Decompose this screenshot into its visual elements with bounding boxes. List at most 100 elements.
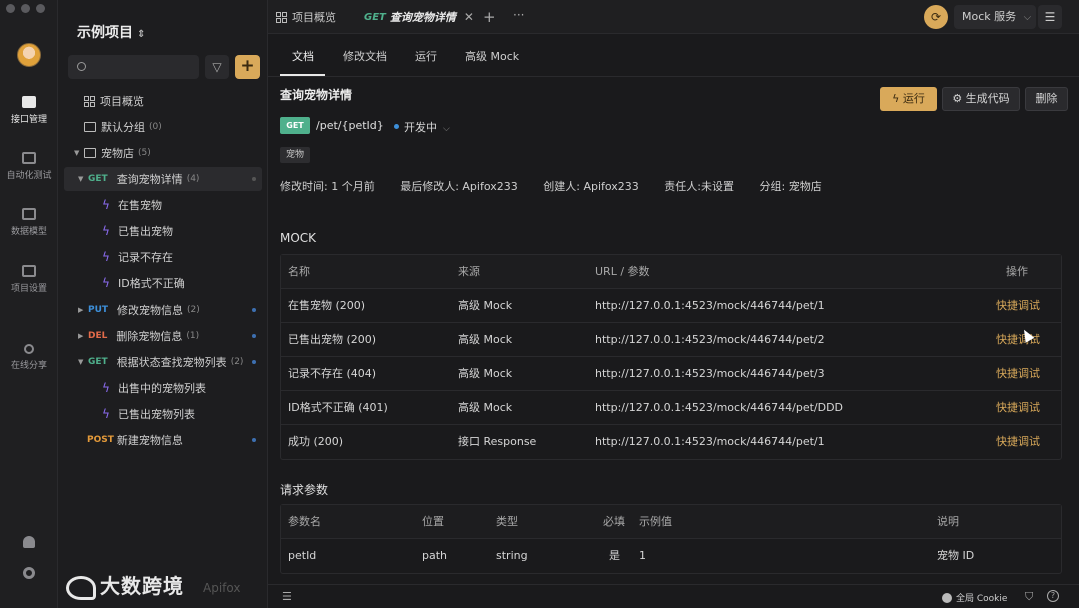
subtab-doc[interactable]: 文档 xyxy=(292,48,314,64)
request-params-title: 请求参数 xyxy=(280,483,329,497)
rail-item-project-settings[interactable]: 项目设置 xyxy=(0,265,58,294)
rail-item-api-management[interactable]: 接口管理 xyxy=(0,96,58,125)
search-input[interactable] xyxy=(68,55,199,79)
maximize-window-icon[interactable] xyxy=(36,4,45,13)
delete-button[interactable]: 删除 xyxy=(1025,87,1068,111)
collapse-sidebar-icon[interactable]: ☰ xyxy=(282,590,292,603)
tree-item-label: 删除宠物信息 xyxy=(116,330,183,343)
status-dropdown[interactable]: 开发中 ⌵ xyxy=(404,119,450,135)
grid-icon xyxy=(84,95,95,107)
mock-url[interactable]: http://127.0.0.1:4523/mock/446744/pet/3 xyxy=(595,357,825,391)
filter-button[interactable]: ▽ xyxy=(205,55,229,79)
funnel-icon: ▽ xyxy=(212,60,222,74)
mock-section-title: MOCK xyxy=(280,231,317,245)
item-count: (5) xyxy=(138,148,151,158)
generate-code-button[interactable]: ⚙ 生成代码 xyxy=(942,87,1020,111)
column-header: 来源 xyxy=(458,265,480,278)
quick-debug-link[interactable]: 快捷调试 xyxy=(996,391,1040,425)
theme-icon[interactable]: ⛉ xyxy=(1025,590,1033,604)
sync-icon[interactable]: ⟳ xyxy=(924,5,948,29)
caret-down-icon[interactable]: ▼ xyxy=(74,149,84,157)
cookie-label: 全局 Cookie xyxy=(956,594,1008,604)
tree-api-del-pet[interactable]: ▶ DEL 删除宠物信息 (1) xyxy=(64,324,262,348)
tree-item-overview[interactable]: 项目概览 xyxy=(84,89,282,113)
tree-item-label: 项目概览 xyxy=(100,95,144,108)
quick-debug-link[interactable]: 快捷调试 xyxy=(996,425,1040,459)
rail-item-data-model[interactable]: 数据模型 xyxy=(0,208,58,237)
mock-service-dropdown[interactable]: Mock 服务 ⌵ xyxy=(954,5,1036,29)
rail-item-automation[interactable]: 自动化测试 xyxy=(0,152,58,181)
rail-item-online-share[interactable]: 在线分享 xyxy=(0,344,58,371)
tree-api-post-pet[interactable]: POST 新建宠物信息 xyxy=(87,428,262,452)
tab-get-pet-detail[interactable]: GET 查询宠物详情 ✕ xyxy=(364,0,474,34)
watermark-logo: 大数跨境 xyxy=(66,570,184,600)
bell-icon[interactable] xyxy=(23,536,35,548)
mock-service-label: Mock 服务 xyxy=(962,10,1017,23)
run-label: 运行 xyxy=(902,92,925,105)
bolt-icon: ϟ xyxy=(102,224,110,238)
subtab-advanced-mock[interactable]: 高级 Mock xyxy=(465,48,519,64)
watermark-text: 大数跨境 xyxy=(100,574,184,598)
close-window-icon[interactable] xyxy=(6,4,15,13)
tree-item-default-group[interactable]: 默认分组 (0) xyxy=(84,115,282,139)
caret-down-icon[interactable]: ▼ xyxy=(78,358,88,366)
table-row: ID格式不正确 (401) 高级 Mock http://127.0.0.1:4… xyxy=(281,391,1061,425)
quick-debug-link[interactable]: 快捷调试 xyxy=(996,323,1040,357)
mock-source: 高级 Mock xyxy=(458,333,513,346)
global-cookie-button[interactable]: 全局 Cookie xyxy=(942,591,1007,604)
request-params-table: 参数名 位置 类型 必填 示例值 说明 petId path string 是 … xyxy=(280,504,1062,574)
window-controls xyxy=(6,4,45,13)
mock-name: 已售出宠物 (200) xyxy=(288,333,377,346)
column-header: 示例值 xyxy=(639,515,672,528)
mock-url[interactable]: http://127.0.0.1:4523/mock/446744/pet/2 xyxy=(595,323,825,357)
mock-name: 在售宠物 (200) xyxy=(288,299,366,312)
quick-debug-link[interactable]: 快捷调试 xyxy=(996,289,1040,323)
column-header: 类型 xyxy=(496,515,518,528)
updown-chevron-icon: ⇕ xyxy=(137,29,146,40)
help-icon[interactable]: ? xyxy=(1047,590,1059,602)
gear-icon[interactable] xyxy=(23,567,35,579)
share-icon xyxy=(24,344,34,354)
mock-url[interactable]: http://127.0.0.1:4523/mock/446744/pet/DD… xyxy=(595,391,843,425)
tab-project-overview[interactable]: 项目概览 xyxy=(276,0,336,34)
param-type: string xyxy=(496,549,528,562)
bolt-icon: ϟ xyxy=(102,198,110,212)
avatar[interactable] xyxy=(17,43,41,67)
tree-item-label: 在售宠物 xyxy=(118,199,162,212)
mock-name: ID格式不正确 (401) xyxy=(288,401,388,414)
minimize-window-icon[interactable] xyxy=(21,4,30,13)
subtab-edit-doc[interactable]: 修改文档 xyxy=(343,48,387,64)
status-label: 开发中 xyxy=(404,121,437,134)
quick-debug-link[interactable]: 快捷调试 xyxy=(996,357,1040,391)
tree-api-get-by-status[interactable]: ▼ GET 根据状态查找宠物列表 (2) xyxy=(64,350,262,374)
meta-creator: 创建人: Apifox233 xyxy=(543,180,639,193)
mock-url[interactable]: http://127.0.0.1:4523/mock/446744/pet/1 xyxy=(595,425,825,459)
method-label: DEL xyxy=(88,331,108,341)
bolt-icon: ϟ xyxy=(102,407,110,421)
close-icon[interactable]: ✕ xyxy=(464,10,474,24)
column-header: 名称 xyxy=(288,265,310,278)
item-count: (4) xyxy=(186,174,200,184)
mock-source: 高级 Mock xyxy=(458,299,513,312)
caret-right-icon[interactable]: ▶ xyxy=(78,332,88,340)
hamburger-menu-icon[interactable]: ☰ xyxy=(1038,5,1062,29)
tree-api-get-pet[interactable]: ▼ GET 查询宠物详情 (4) xyxy=(64,167,262,191)
mock-url[interactable]: http://127.0.0.1:4523/mock/446744/pet/1 xyxy=(595,289,825,323)
tree-folder-pet-store[interactable]: ▼ 宠物店 (5) xyxy=(74,141,272,165)
mock-source: 高级 Mock xyxy=(458,367,513,380)
status-dot xyxy=(394,124,399,129)
project-switcher[interactable]: 示例项目 ⇕ xyxy=(77,22,145,42)
item-count: (2) xyxy=(187,305,200,315)
caret-down-icon[interactable]: ▼ xyxy=(78,175,88,183)
add-button[interactable]: + xyxy=(235,55,260,79)
server-icon xyxy=(22,152,36,164)
tree-item-label: 已售出宠物 xyxy=(118,225,173,238)
tab-label: 项目概览 xyxy=(292,11,336,24)
run-button[interactable]: ϟ 运行 xyxy=(880,87,937,111)
caret-right-icon[interactable]: ▶ xyxy=(78,306,88,314)
subtab-run[interactable]: 运行 xyxy=(415,48,437,64)
status-bar: ☰ 全局 Cookie ⛉ ? xyxy=(268,584,1079,608)
new-tab-button[interactable]: + xyxy=(483,8,496,26)
tree-api-put-pet[interactable]: ▶ PUT 修改宠物信息 (2) xyxy=(64,298,262,322)
more-tabs-button[interactable]: ··· xyxy=(513,8,524,22)
